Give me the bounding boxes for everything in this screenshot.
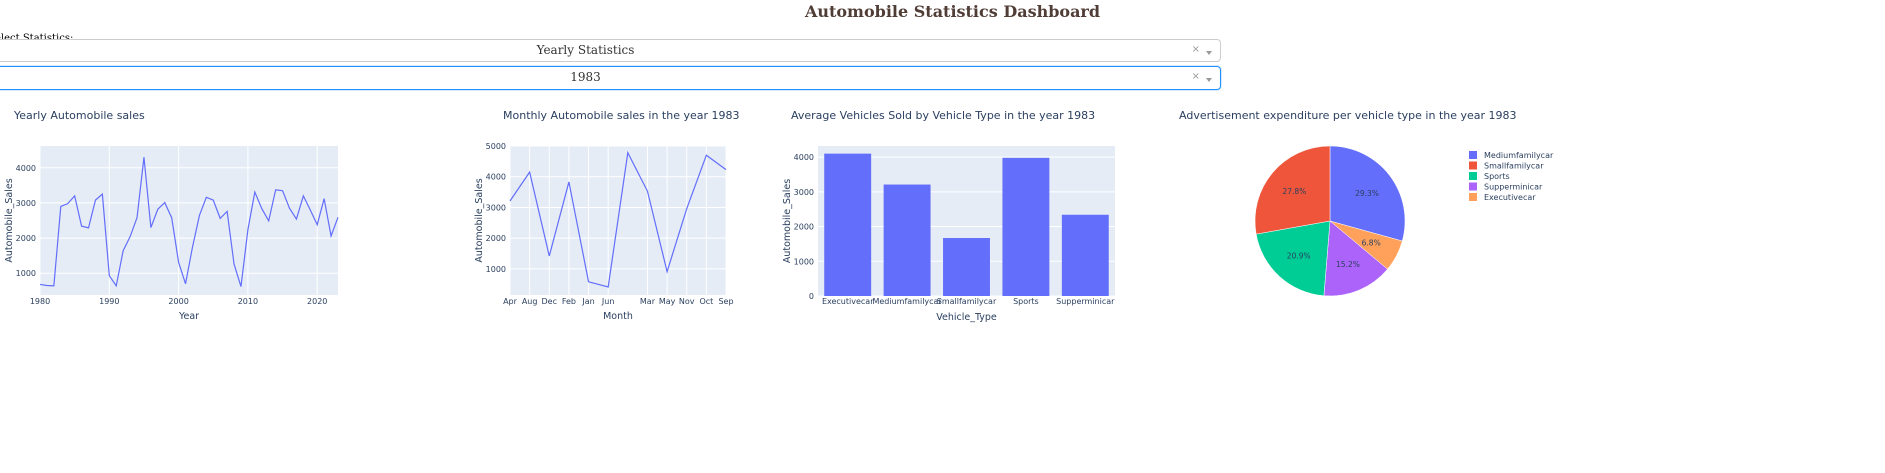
statistics-clear-icon[interactable]: × xyxy=(1192,44,1200,55)
yearly-y-tick-label: 4000 xyxy=(16,164,36,173)
legend-swatch xyxy=(1469,182,1477,191)
year-value: 1983 xyxy=(570,70,601,84)
yearly-y-axis-title: Automobile_Sales xyxy=(4,178,15,262)
monthly-x-tick-label: Jun xyxy=(601,297,615,306)
pie-title: Advertisement expenditure per vehicle ty… xyxy=(1179,109,1517,122)
year-dropdown[interactable]: 1983 × xyxy=(0,66,1221,90)
monthly-x-tick-label: Sep xyxy=(718,297,733,306)
monthly-x-axis-title: Month xyxy=(603,311,633,322)
yearly-sales-chart: Yearly Automobile sales Year Automobile_Sa… xyxy=(4,109,339,322)
pie-slice-label: 20.9% xyxy=(1287,251,1311,260)
monthly-x-tick-label: Nov xyxy=(679,297,695,306)
dashboard-title: Automobile Statistics Dashboard xyxy=(804,2,1101,21)
chevron-down-icon[interactable] xyxy=(1206,51,1212,55)
monthly-x-tick-label: May xyxy=(659,297,676,306)
monthly-x-tick-label: Jan xyxy=(581,297,594,306)
vehicle-type-x-tick-label: Sports xyxy=(1013,297,1039,306)
legend-entry: Sports xyxy=(1484,172,1510,181)
monthly-y-tick-label: 3000 xyxy=(486,203,506,212)
bar-smallfamilycar xyxy=(943,238,990,296)
yearly-x-tick-label: 2000 xyxy=(168,297,188,306)
pie-slice-label: 15.2% xyxy=(1336,260,1360,269)
vehicle-type-x-axis-title: Vehicle_Type xyxy=(936,312,997,323)
yearly-title: Yearly Automobile sales xyxy=(13,109,145,122)
monthly-title: Monthly Automobile sales in the year 198… xyxy=(503,109,740,122)
legend-swatch xyxy=(1469,151,1477,159)
statistics-type-dropdown[interactable]: Yearly Statistics × xyxy=(0,39,1221,62)
vehicle-type-y-tick-label: 4000 xyxy=(794,153,814,162)
monthly-x-tick-label: Aug xyxy=(522,297,538,306)
vehicle-type-y-axis-title: Automobile_Sales xyxy=(782,179,793,263)
legend-swatch xyxy=(1469,172,1477,180)
pie-slice-label: 6.8% xyxy=(1362,239,1381,248)
yearly-x-tick-label: 1990 xyxy=(99,297,119,306)
advertisement-pie-chart: Advertisement expenditure per vehicle ty… xyxy=(1179,109,1554,297)
monthly-y-tick-label: 1000 xyxy=(486,265,506,274)
bar-mediumfamilycar xyxy=(883,184,931,296)
monthly-y-tick-label: 2000 xyxy=(486,234,506,243)
vehicle-type-y-tick-label: 1000 xyxy=(794,257,814,266)
yearly-y-tick-label: 1000 xyxy=(16,269,36,278)
bar-sports xyxy=(1002,157,1050,296)
vehicle-type-x-tick-label: Mediumfamilycar xyxy=(872,297,942,306)
bar-executivecar xyxy=(824,153,872,296)
yearly-x-axis-title: Year xyxy=(178,311,199,322)
monthly-x-tick-label: Feb xyxy=(562,297,576,306)
bar-supperminicar xyxy=(1061,214,1109,296)
yearly-x-tick-label: 2010 xyxy=(238,297,258,306)
monthly-x-tick-label: Oct xyxy=(699,297,713,306)
legend-entry: Smallfamilycar xyxy=(1484,162,1544,171)
legend-entry: Mediumfamilycar xyxy=(1484,151,1554,160)
monthly-x-tick-label: Dec xyxy=(542,297,557,306)
monthly-x-tick-label: Apr xyxy=(503,297,518,306)
monthly-y-tick-label: 5000 xyxy=(486,142,506,151)
legend-swatch xyxy=(1469,193,1477,201)
statistics-type-value: Yearly Statistics xyxy=(536,43,635,57)
yearly-y-tick-label: 2000 xyxy=(16,234,36,243)
vehicle-type-y-tick-label: 2000 xyxy=(794,223,814,232)
vehicle-type-y-tick-label: 0 xyxy=(809,292,814,301)
yearly-y-tick-label: 3000 xyxy=(16,199,36,208)
pie-slice-label: 27.8% xyxy=(1282,187,1306,196)
chevron-down-icon[interactable] xyxy=(1206,78,1212,82)
vehicle-type-title: Average Vehicles Sold by Vehicle Type in… xyxy=(791,109,1095,122)
vehicle-type-x-tick-label: Smallfamilycar xyxy=(937,297,997,306)
monthly-y-tick-label: 4000 xyxy=(486,173,506,182)
legend-swatch xyxy=(1469,161,1477,170)
monthly-y-axis-title: Automobile_Sales xyxy=(474,178,485,262)
yearly-plot-area xyxy=(40,146,338,295)
yearly-x-tick-label: 2020 xyxy=(307,297,327,306)
pie-slice-label: 29.3% xyxy=(1355,189,1379,198)
legend-entry: Supperminicar xyxy=(1484,183,1543,192)
vehicle-type-x-tick-label: Supperminicar xyxy=(1056,297,1115,306)
vehicle-type-y-tick-label: 3000 xyxy=(794,188,814,197)
monthly-x-tick-label: Mar xyxy=(640,297,656,306)
yearly-x-tick-label: 1980 xyxy=(30,297,50,306)
legend-entry: Executivecar xyxy=(1484,193,1536,202)
year-clear-icon[interactable]: × xyxy=(1192,71,1200,82)
vehicle-type-x-tick-label: Executivecar xyxy=(822,297,874,306)
